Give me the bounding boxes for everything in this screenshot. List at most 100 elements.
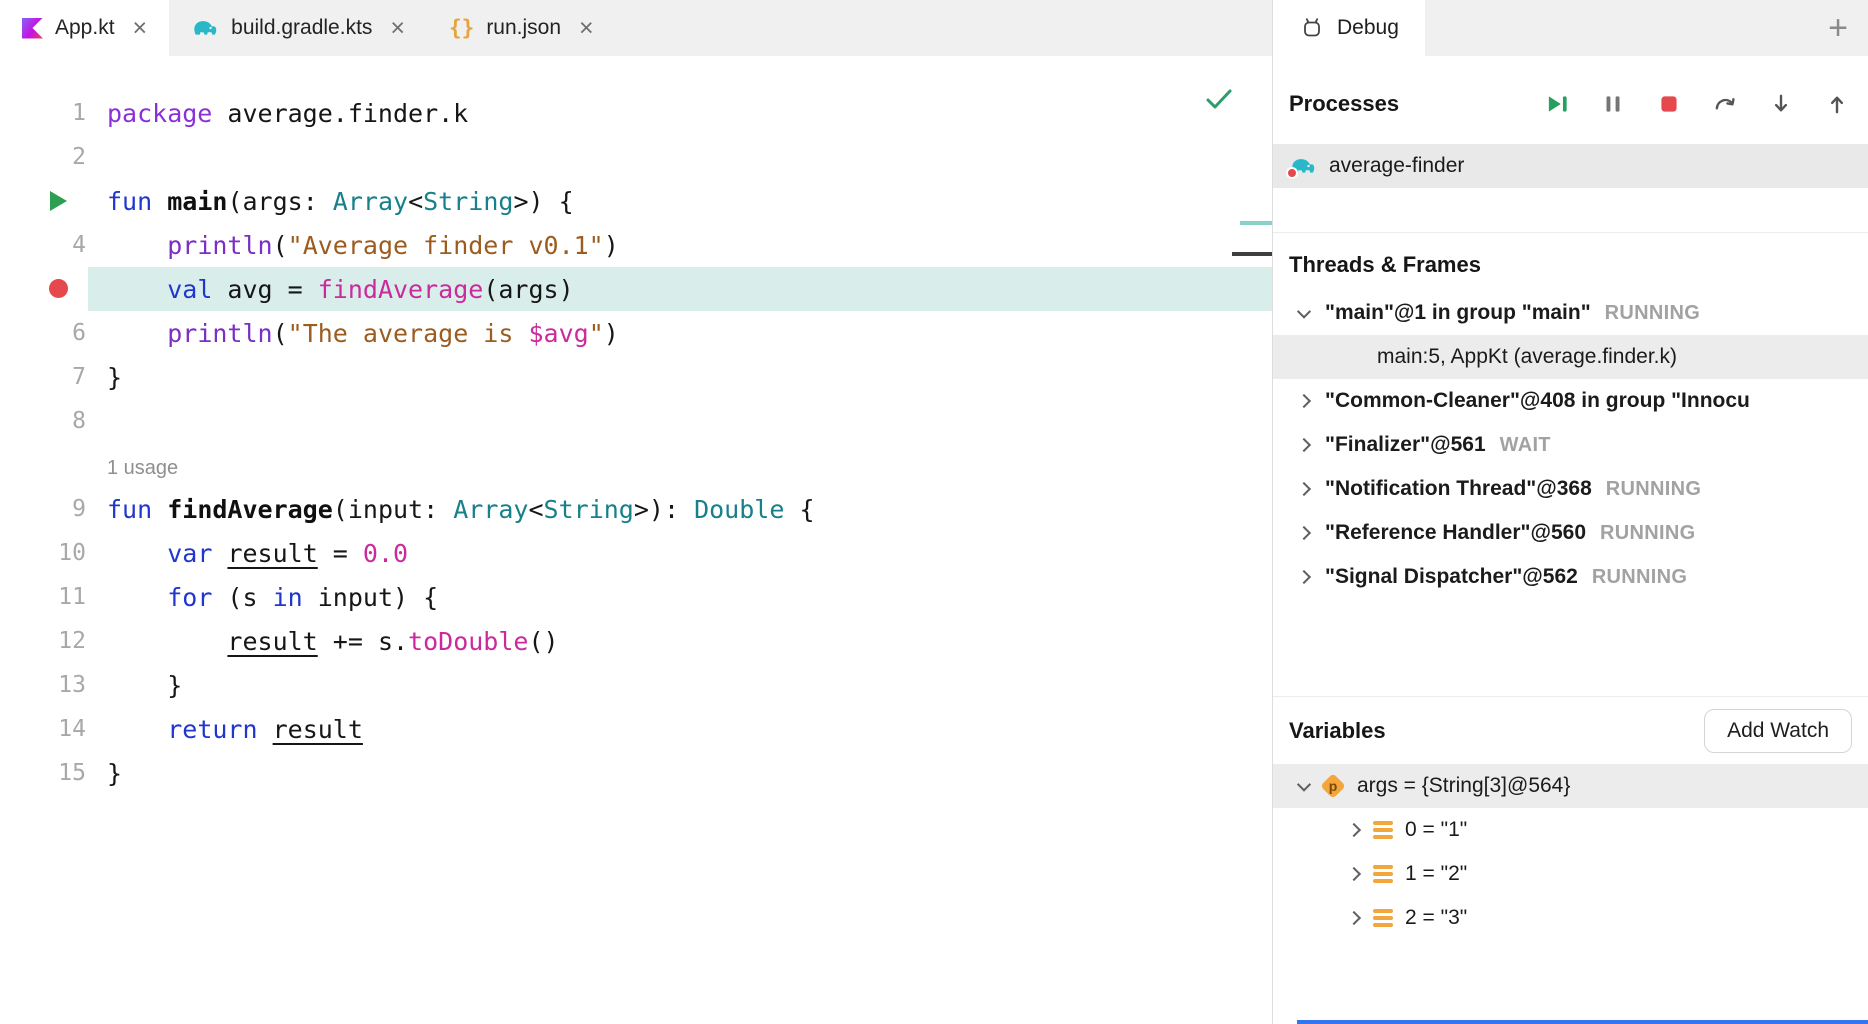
add-tab-icon[interactable]: +: [1828, 0, 1848, 56]
line-number[interactable]: 15: [0, 751, 88, 795]
line-number[interactable]: 4: [0, 223, 88, 267]
code-token: (): [528, 627, 558, 656]
breakpoint-icon[interactable]: [49, 279, 68, 298]
add-watch-button[interactable]: Add Watch: [1704, 709, 1852, 753]
panel-resize-indicator[interactable]: [1297, 1020, 1868, 1024]
resume-icon[interactable]: [1544, 91, 1570, 117]
thread-row[interactable]: "Reference Handler"@560 RUNNING: [1273, 511, 1868, 555]
line-number[interactable]: 12: [0, 619, 88, 663]
code-line[interactable]: fun main(args: Array<String>) {: [0, 179, 1272, 223]
line-number[interactable]: 6: [0, 311, 88, 355]
code-line[interactable]: 7 }: [0, 355, 1272, 399]
chevron-right-icon[interactable]: [1347, 867, 1361, 881]
close-icon[interactable]: ×: [579, 16, 594, 41]
line-number[interactable]: [0, 179, 88, 223]
code-token: [107, 319, 167, 348]
variable-row[interactable]: 2 = "3": [1273, 896, 1868, 940]
code-line[interactable]: 10 var result = 0.0: [0, 531, 1272, 575]
step-into-icon[interactable]: [1768, 91, 1794, 117]
variable-row[interactable]: p args = {String[3]@564}: [1273, 764, 1868, 808]
code-text: fun findAverage(input: Array<String>): D…: [107, 495, 815, 524]
thread-row[interactable]: "Common-Cleaner"@408 in group "Innocu: [1273, 379, 1868, 423]
line-number[interactable]: 2: [0, 135, 88, 179]
code-token: ): [604, 319, 619, 348]
stop-icon[interactable]: [1656, 91, 1682, 117]
code-line[interactable]: 8: [0, 399, 1272, 443]
code-token: var: [167, 539, 212, 568]
step-over-icon[interactable]: [1712, 91, 1738, 117]
thread-name: "Common-Cleaner"@408 in group "Innocu: [1325, 389, 1750, 413]
step-out-icon[interactable]: [1824, 91, 1850, 117]
line-number[interactable]: 7: [0, 355, 88, 399]
stack-frame-row[interactable]: main:5, AppKt (average.finder.k): [1273, 335, 1868, 379]
code-line[interactable]: 4 println("Average finder v0.1"): [0, 223, 1272, 267]
chevron-down-icon[interactable]: [1297, 305, 1311, 319]
thread-row[interactable]: "main"@1 in group "main" RUNNING: [1273, 291, 1868, 335]
code-token: package: [107, 99, 212, 128]
process-row[interactable]: average-finder: [1273, 144, 1868, 188]
code-line[interactable]: 2: [0, 135, 1272, 179]
tab-debug[interactable]: Debug: [1273, 0, 1425, 56]
line-number[interactable]: 8: [0, 399, 88, 443]
code-line[interactable]: 11 for (s in input) {: [0, 575, 1272, 619]
line-number[interactable]: 11: [0, 575, 88, 619]
code-editor[interactable]: 1 package average.finder.k 2 fun main(ar…: [0, 56, 1272, 1024]
editor-tab[interactable]: build.gradle.kts ×: [169, 0, 427, 56]
code-line[interactable]: 15 }: [0, 751, 1272, 795]
line-number[interactable]: [0, 267, 88, 311]
line-number[interactable]: 9: [0, 487, 88, 531]
code-token: fun: [107, 187, 152, 216]
chevron-down-icon[interactable]: [1297, 778, 1311, 792]
code-text: return result: [107, 715, 363, 744]
code-line[interactable]: 12 result += s.toDouble(): [0, 619, 1272, 663]
thread-row[interactable]: "Signal Dispatcher"@562 RUNNING: [1273, 555, 1868, 599]
code-line[interactable]: 9 fun findAverage(input: Array<String>):…: [0, 487, 1272, 531]
code-token: <: [408, 187, 423, 216]
chevron-right-icon[interactable]: [1347, 823, 1361, 837]
close-icon[interactable]: ×: [390, 16, 405, 41]
code-line[interactable]: 14 return result: [0, 707, 1272, 751]
json-icon: {}: [449, 16, 474, 40]
chevron-right-icon[interactable]: [1297, 570, 1311, 584]
gradle-process-icon: [1289, 155, 1317, 177]
variable-row[interactable]: 1 = "2": [1273, 852, 1868, 896]
process-list: average-finder: [1273, 126, 1868, 188]
line-number[interactable]: 10: [0, 531, 88, 575]
variables-list: p args = {String[3]@564} 0 = "1" 1 = "2"…: [1273, 764, 1868, 940]
variable-text: args = {String[3]@564}: [1357, 774, 1570, 798]
pause-icon[interactable]: [1600, 91, 1626, 117]
code-token: Array: [453, 495, 528, 524]
code-token: toDouble: [408, 627, 528, 656]
line-number[interactable]: 1: [0, 91, 88, 135]
run-icon[interactable]: [50, 191, 67, 211]
code-line[interactable]: 1 package average.finder.k: [0, 91, 1272, 135]
parameter-icon: p: [1321, 774, 1345, 798]
close-icon[interactable]: ×: [133, 16, 148, 41]
thread-row[interactable]: "Notification Thread"@368 RUNNING: [1273, 467, 1868, 511]
editor-tab[interactable]: App.kt ×: [0, 0, 169, 56]
code-line[interactable]: 13 }: [0, 663, 1272, 707]
chevron-right-icon[interactable]: [1297, 438, 1311, 452]
code-token: main: [167, 187, 227, 216]
code-line[interactable]: 1 usage: [0, 443, 1272, 487]
thread-row[interactable]: "Finalizer"@561 WAIT: [1273, 423, 1868, 467]
code-text: println("The average is $avg"): [107, 319, 619, 348]
usage-hint[interactable]: 1 usage: [107, 457, 178, 479]
code-token: {: [784, 495, 814, 524]
code-line[interactable]: 6 println("The average is $avg"): [0, 311, 1272, 355]
inspection-check-icon[interactable]: [1204, 86, 1234, 112]
chevron-right-icon[interactable]: [1347, 911, 1361, 925]
thread-name: "Signal Dispatcher"@562: [1325, 565, 1578, 589]
chevron-right-icon[interactable]: [1297, 526, 1311, 540]
threads-list: "main"@1 in group "main" RUNNING main:5,…: [1273, 291, 1868, 599]
thread-name: "Reference Handler"@560: [1325, 521, 1586, 545]
code-line[interactable]: val avg = findAverage(args): [0, 267, 1272, 311]
line-number[interactable]: [0, 443, 88, 487]
code-token: <: [528, 495, 543, 524]
line-number[interactable]: 13: [0, 663, 88, 707]
line-number[interactable]: 14: [0, 707, 88, 751]
variable-row[interactable]: 0 = "1": [1273, 808, 1868, 852]
chevron-right-icon[interactable]: [1297, 482, 1311, 496]
editor-tab[interactable]: {} run.json ×: [427, 0, 616, 56]
chevron-right-icon[interactable]: [1297, 394, 1311, 408]
